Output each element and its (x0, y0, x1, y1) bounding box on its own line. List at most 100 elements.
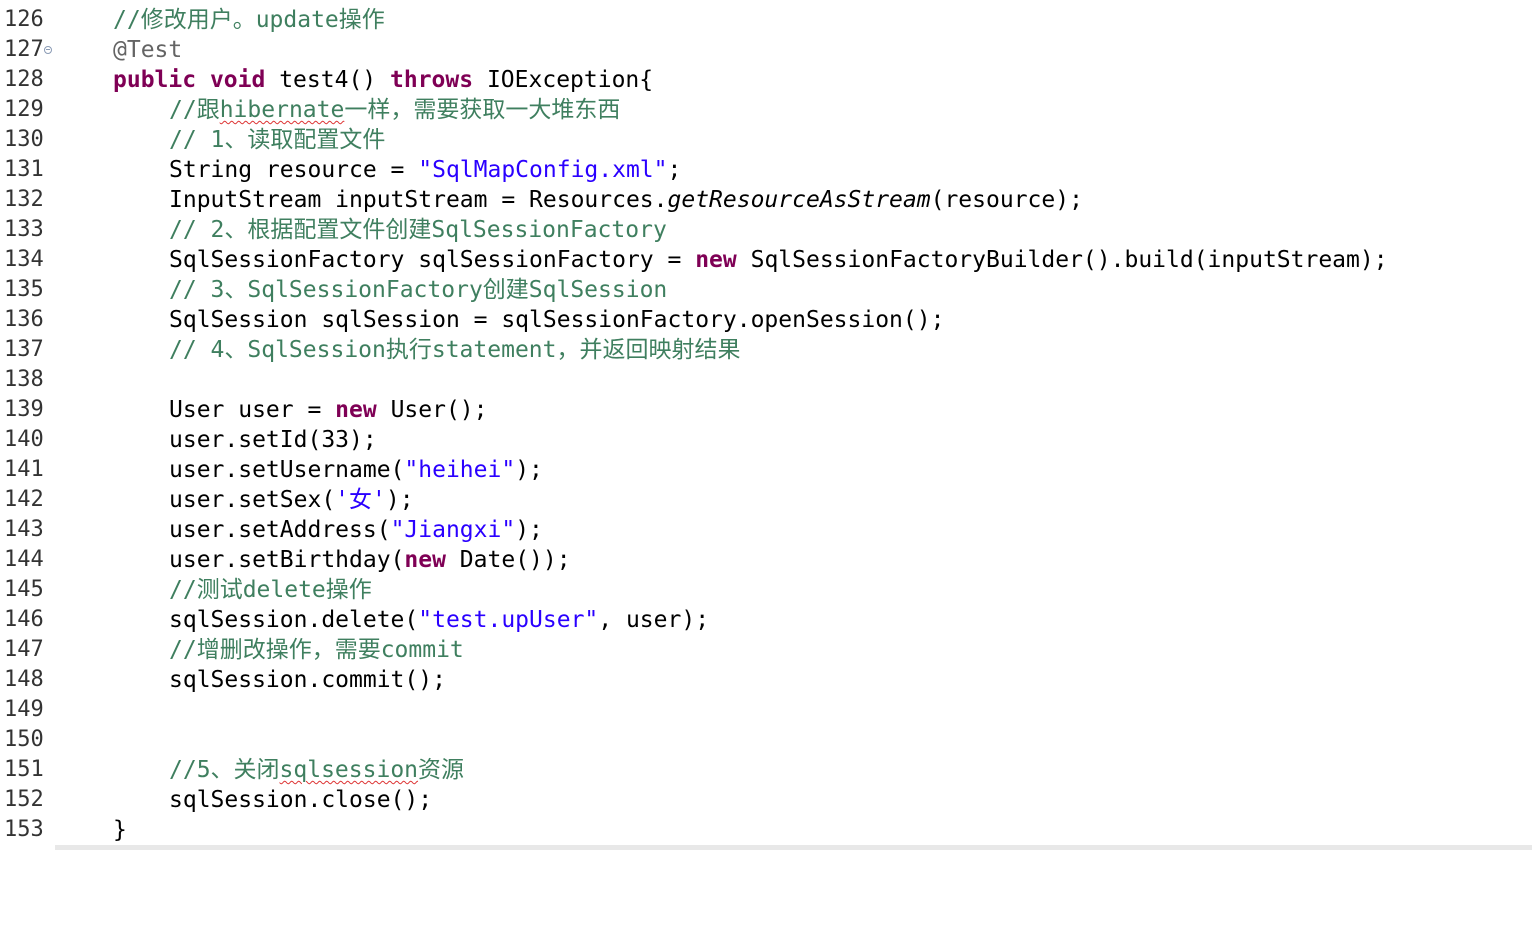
code-text: SqlSessionFactory sqlSessionFactory = (169, 247, 696, 273)
code-text: SqlSessionFactory sqlSessionFactory = ne… (169, 245, 1388, 275)
code-keyword: void (209, 67, 266, 93)
code-keyword: throws (390, 67, 474, 93)
code-text: sqlSession.delete( (169, 607, 419, 633)
code-comment: // 3、SqlSessionFactory创建SqlSession (169, 277, 668, 303)
code-line: 147 //增删改操作，需要commit (0, 635, 1532, 665)
code-line: 149 (0, 695, 1532, 725)
code-line: 130 // 1、读取配置文件 (0, 125, 1532, 155)
code-line: 126 //修改用户。update操作 (0, 5, 1532, 35)
code-line: 143 user.setAddress("Jiangxi"); (0, 515, 1532, 545)
code-string: "test.upUser" (418, 607, 599, 633)
code-text: user.setUsername("heihei"); (169, 455, 543, 485)
code-line: 129 //跟hibernate一样，需要获取一大堆东西 (0, 95, 1532, 125)
line-number: 152 (4, 787, 44, 812)
code-text: ); (385, 487, 414, 513)
code-text: user.setBirthday( (169, 547, 405, 573)
code-text: IOException{ (486, 67, 654, 93)
line-number: 148 (4, 667, 44, 692)
line-number: 135 (4, 277, 44, 302)
code-line: 136 SqlSession sqlSession = sqlSessionFa… (0, 305, 1532, 335)
code-string: "Jiangxi" (390, 517, 516, 543)
code-line: 144 user.setBirthday(new Date()); (0, 545, 1532, 575)
code-comment-part: //5、关闭 (169, 757, 280, 783)
code-line: 139 User user = new User(); (0, 395, 1532, 425)
code-line: 135 // 3、SqlSessionFactory创建SqlSession (0, 275, 1532, 305)
code-text: user.setAddress( (169, 517, 391, 543)
code-line: 148 sqlSession.commit(); (0, 665, 1532, 695)
code-keyword: public (113, 67, 197, 93)
code-text: InputStream inputStream = Resources. (169, 187, 668, 213)
code-text: user.setSex( (169, 487, 336, 513)
code-line: 127 @Test (0, 35, 1532, 65)
code-string: "heihei" (404, 457, 516, 483)
line-number: 153 (4, 817, 44, 842)
line-number: 138 (4, 367, 44, 392)
code-text: Date()); (445, 547, 571, 573)
code-line: 137 // 4、SqlSession执行statement，并返回映射结果 (0, 335, 1532, 365)
code-line: 150 (0, 725, 1532, 755)
code-text: InputStream inputStream = Resources.getR… (169, 185, 1083, 215)
code-line: 128 public void test4() throws IOExcepti… (0, 65, 1532, 95)
code-text: sqlSession.close(); (169, 787, 433, 813)
code-line: 142 user.setSex('女'); (0, 485, 1532, 515)
code-line: 141 user.setUsername("heihei"); (0, 455, 1532, 485)
code-text: user.setUsername( (169, 457, 405, 483)
code-text: User user = (169, 397, 336, 423)
code-line: 132 InputStream inputStream = Resources.… (0, 185, 1532, 215)
code-text: ; (667, 157, 682, 183)
code-comment: // 2、根据配置文件创建SqlSessionFactory (169, 217, 667, 243)
horizontal-scrollbar[interactable] (55, 845, 1532, 850)
code-comment-part: 资源 (418, 757, 465, 783)
line-number: 139 (4, 397, 44, 422)
code-text: ); (515, 517, 543, 543)
code-keyword: new (695, 247, 737, 273)
code-line: 131 String resource = "SqlMapConfig.xml"… (0, 155, 1532, 185)
code-comment-part: 一样，需要获取一大堆东西 (344, 97, 621, 123)
line-number: 149 (4, 697, 44, 722)
line-number: 136 (4, 307, 44, 332)
line-number: 130 (4, 127, 44, 152)
code-text: , user); (598, 607, 710, 633)
code-editor[interactable]: 126 //修改用户。update操作 127 @Test 128 public… (0, 0, 1532, 845)
line-number: 141 (4, 457, 44, 482)
code-keyword: new (335, 397, 377, 423)
code-comment: //测试delete操作 (169, 577, 372, 603)
code-comment-part: //跟 (169, 97, 220, 123)
code-string: "SqlMapConfig.xml" (418, 157, 668, 183)
code-text: String resource = "SqlMapConfig.xml"; (169, 155, 681, 185)
code-text: ); (515, 457, 543, 483)
code-comment: // 1、读取配置文件 (169, 127, 386, 153)
code-method-name: test4() (279, 67, 377, 93)
line-number: 131 (4, 157, 44, 182)
code-line: 134 SqlSessionFactory sqlSessionFactory … (0, 245, 1532, 275)
code-text: user.setAddress("Jiangxi"); (169, 515, 543, 545)
code-text: String resource = (169, 157, 419, 183)
code-text: (resource); (930, 187, 1083, 213)
code-line: 152 sqlSession.close(); (0, 785, 1532, 815)
line-number: 128 (4, 67, 44, 92)
collapse-fold-icon[interactable] (44, 46, 52, 54)
line-number: 129 (4, 97, 44, 122)
line-number: 146 (4, 607, 44, 632)
line-number: 134 (4, 247, 44, 272)
code-text: user.setId(33); (169, 427, 377, 453)
spellcheck-word: sqlsession (279, 757, 419, 783)
code-line: 138 (0, 365, 1532, 395)
line-number: 140 (4, 427, 44, 452)
line-number: 144 (4, 547, 44, 572)
code-line: 145 //测试delete操作 (0, 575, 1532, 605)
code-comment: //5、关闭sqlsession资源 (169, 755, 464, 785)
code-text: } (113, 817, 127, 843)
code-line: 153 } (0, 815, 1532, 845)
line-number: 150 (4, 727, 44, 752)
line-number: 151 (4, 757, 44, 782)
code-line: 146 sqlSession.delete("test.upUser", use… (0, 605, 1532, 635)
code-line: 133 // 2、根据配置文件创建SqlSessionFactory (0, 215, 1532, 245)
code-text: public void test4() throws IOException{ (113, 65, 653, 95)
code-keyword: new (404, 547, 446, 573)
line-number: 133 (4, 217, 44, 242)
line-number: 143 (4, 517, 44, 542)
code-static-method: getResourceAsStream (667, 187, 931, 213)
spellcheck-word: hibernate (219, 97, 345, 123)
code-text: User(); (376, 397, 488, 423)
